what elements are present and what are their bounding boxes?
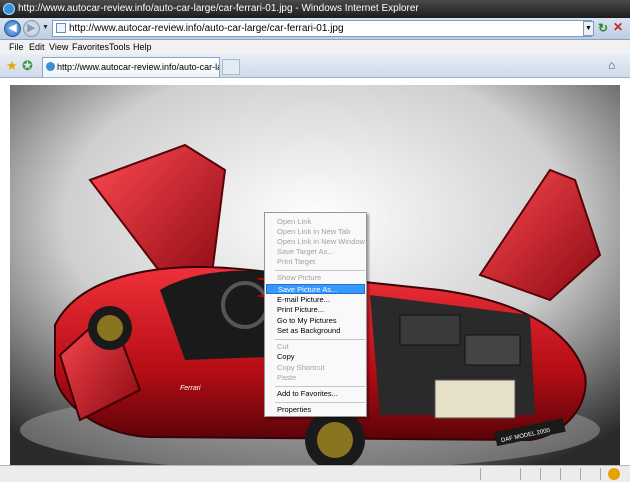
intake-manifold [464,334,521,366]
menu-edit[interactable]: Edit [29,40,45,54]
menu-bar: File Edit View Favorites Tools Help [0,40,630,54]
context-menu: Open Link Open Link in New Tab Open Link… [264,212,367,417]
menu-separator [275,386,365,387]
forward-button[interactable]: ▶ [23,20,40,37]
menu-open-link-new-tab: Open Link in New Tab [277,227,351,236]
tab-bar: ★ ✪ http://www.autocar-review.info/auto-… [0,54,630,78]
menu-save-picture-as[interactable]: Save Picture As... [266,284,365,294]
security-zone-icon[interactable] [608,468,620,480]
add-favorites-icon[interactable]: ✪ [22,58,33,74]
recent-pages-dropdown-icon[interactable]: ▼ [42,24,49,31]
menu-go-to-my-pictures[interactable]: Go to My Pictures [266,316,365,326]
stop-icon[interactable]: ✕ [613,20,623,34]
back-button[interactable]: ◀ [4,20,21,37]
status-divider [480,468,481,480]
tab-ie-icon [46,62,55,71]
page-viewport: DAF MODEL 2000 Ferrari Open Link Open Li… [0,79,630,465]
status-divider [600,468,601,480]
menu-open-link: Open Link [277,217,312,226]
menu-copy[interactable]: Copy [266,352,365,362]
status-bar [0,465,630,482]
menu-copy-shortcut: Copy Shortcut [277,363,325,372]
favorites-star-icon[interactable]: ★ [6,58,18,74]
menu-print-picture[interactable]: Print Picture... [266,305,365,315]
menu-show-picture: Show Picture [277,273,322,282]
ferrari-badge: Ferrari [180,385,201,392]
page-icon [56,23,66,33]
ie-logo-icon [3,3,15,15]
menu-email-picture[interactable]: E-mail Picture... [266,295,365,305]
menu-separator [275,402,365,403]
menu-add-to-favorites[interactable]: Add to Favorites... [266,389,365,399]
menu-open-link-new-window: Open Link in New Window [277,237,365,246]
tab-active[interactable]: http://www.autocar-review.info/auto-car-… [42,57,220,77]
engine-block [399,314,461,346]
menu-properties[interactable]: Properties [266,405,365,415]
status-divider [560,468,561,480]
address-url: http://www.autocar-review.info/auto-car-… [69,23,344,34]
front-left-rim [97,315,123,341]
address-input[interactable]: http://www.autocar-review.info/auto-car-… [52,20,592,37]
navigation-bar: ◀ ▶ ▼ http://www.autocar-review.info/aut… [0,18,630,40]
status-divider [520,468,521,480]
status-divider [540,468,541,480]
menu-set-as-background[interactable]: Set as Background [266,326,365,336]
home-icon[interactable]: ⌂ [608,58,615,72]
menu-paste: Paste [277,373,297,382]
menu-print-target: Print Target [277,257,316,266]
menu-favorites[interactable]: Favorites [72,40,109,54]
menu-cut: Cut [277,342,289,351]
new-tab-button[interactable] [222,59,240,75]
engine-placard [434,379,516,419]
status-divider [580,468,581,480]
window-title-bar: http://www.autocar-review.info/auto-car-… [0,0,630,18]
menu-separator [275,339,365,340]
rear-left-rim [317,422,353,458]
refresh-icon[interactable]: ↻ [598,21,608,35]
menu-view[interactable]: View [49,40,68,54]
menu-help[interactable]: Help [133,40,152,54]
menu-separator [275,270,365,271]
menu-tools[interactable]: Tools [109,40,130,54]
tab-label: http://www.autocar-review.info/auto-car-… [57,62,219,72]
menu-save-target-as: Save Target As... [277,247,334,256]
address-dropdown-icon[interactable]: ▼ [583,21,594,36]
window-title: http://www.autocar-review.info/auto-car-… [18,3,419,14]
menu-file[interactable]: File [9,40,24,54]
